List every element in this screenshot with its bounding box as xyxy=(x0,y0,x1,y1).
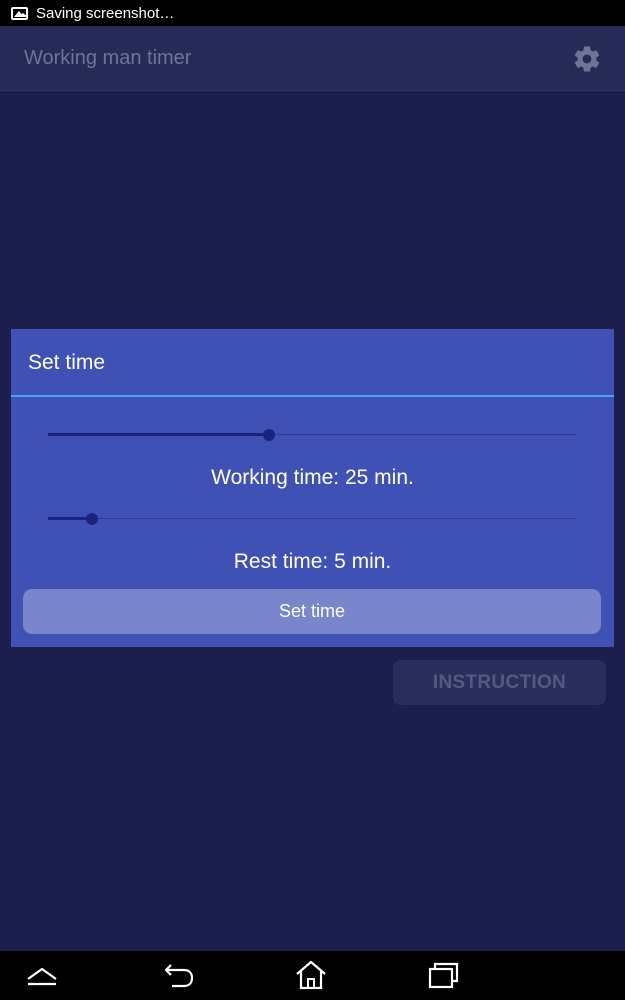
settings-button[interactable] xyxy=(571,43,603,75)
app-title: Working man timer xyxy=(24,47,192,69)
nav-up-button[interactable] xyxy=(25,959,59,991)
slider-fill xyxy=(48,433,269,436)
gear-icon xyxy=(574,46,600,72)
nav-recent-button[interactable] xyxy=(427,959,461,991)
chevron-up-icon xyxy=(27,967,57,986)
instruction-button[interactable]: INSTRUCTION xyxy=(393,660,606,705)
slider-thumb[interactable] xyxy=(85,513,98,525)
set-time-button[interactable]: Set time xyxy=(23,589,601,634)
image-icon xyxy=(11,6,28,20)
nav-home-button[interactable] xyxy=(294,959,328,991)
back-icon xyxy=(164,964,194,988)
status-text: Saving screenshot… xyxy=(36,4,175,22)
app-bar: Working man timer xyxy=(0,26,625,93)
slider-track xyxy=(48,518,577,519)
working-time-slider[interactable] xyxy=(48,428,577,442)
rest-time-slider[interactable] xyxy=(48,512,577,526)
rest-time-label: Rest time: 5 min. xyxy=(233,550,392,573)
working-time-label: Working time: 25 min. xyxy=(211,466,414,489)
recent-apps-icon xyxy=(428,962,459,989)
home-icon xyxy=(296,960,326,990)
nav-bar xyxy=(0,951,625,1000)
slider-thumb[interactable] xyxy=(262,429,275,441)
status-bar: Saving screenshot… xyxy=(0,0,625,26)
set-time-dialog: Set time Working time: 25 min. Rest time… xyxy=(11,329,614,647)
dialog-title: Set time xyxy=(28,351,106,374)
nav-back-button[interactable] xyxy=(162,959,196,991)
dialog-divider xyxy=(11,395,614,397)
screen: Saving screenshot… Working man timer Set… xyxy=(0,0,625,1000)
